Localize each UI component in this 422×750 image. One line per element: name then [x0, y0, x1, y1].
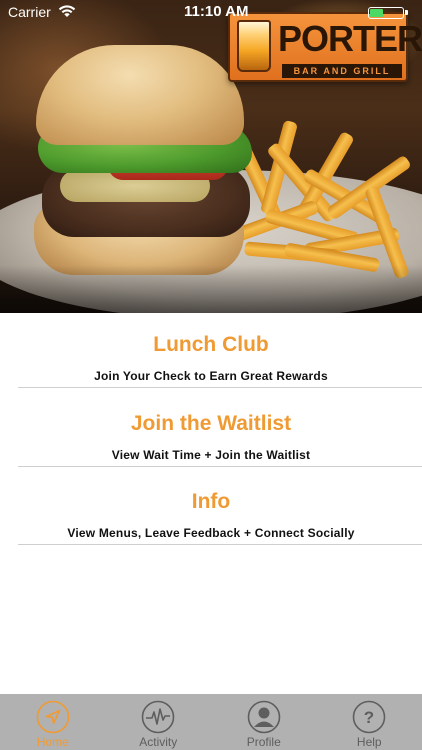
wifi-icon	[58, 5, 76, 23]
divider	[18, 387, 422, 388]
section-subtitle: View Wait Time + Join the Waitlist	[111, 448, 311, 462]
section-subtitle: View Menus, Leave Feedback + Connect Soc…	[67, 526, 355, 540]
lunch-club-section[interactable]: Lunch Club Join Your Check to Earn Great…	[18, 313, 422, 391]
carrier-label: Carrier	[8, 4, 51, 20]
burger-top-bun	[36, 45, 244, 145]
svg-text:?: ?	[364, 708, 374, 727]
tab-profile[interactable]: Profile	[211, 694, 317, 750]
status-time: 11:10 AM	[184, 3, 249, 20]
pulse-icon	[141, 700, 175, 739]
tab-home[interactable]: Home	[0, 694, 106, 750]
tab-bar: Home Activity Profile ? Help	[0, 694, 422, 750]
status-bar: Carrier 11:10 AM	[0, 0, 422, 24]
tab-label: Activity	[139, 735, 178, 749]
logo-tagline: BAR AND GRILL	[282, 64, 402, 78]
section-title: Info	[191, 490, 231, 513]
divider	[18, 544, 422, 545]
hero-shadow	[0, 265, 422, 313]
tab-label: Home	[36, 735, 69, 749]
tab-label: Help	[356, 735, 382, 749]
join-waitlist-section[interactable]: Join the Waitlist View Wait Time + Join …	[18, 392, 422, 470]
tab-activity[interactable]: Activity	[106, 694, 212, 750]
info-section[interactable]: Info View Menus, Leave Feedback + Connec…	[18, 470, 422, 548]
battery-level	[370, 9, 383, 17]
tab-label: Profile	[246, 735, 281, 749]
navigation-arrow-icon	[36, 700, 70, 739]
section-title: Join the Waitlist	[130, 412, 292, 435]
person-icon	[247, 700, 281, 739]
divider	[18, 466, 422, 467]
hero-image: PORTERS BAR AND GRILL	[0, 0, 422, 313]
question-mark-icon: ?	[352, 700, 386, 739]
battery-icon	[368, 7, 404, 19]
tab-help[interactable]: ? Help	[317, 694, 422, 750]
battery-nub	[405, 10, 408, 15]
section-title: Lunch Club	[153, 333, 269, 356]
section-subtitle: Join Your Check to Earn Great Rewards	[94, 369, 328, 383]
beer-glass-icon	[237, 20, 271, 72]
logo-name: PORTERS	[278, 18, 422, 59]
